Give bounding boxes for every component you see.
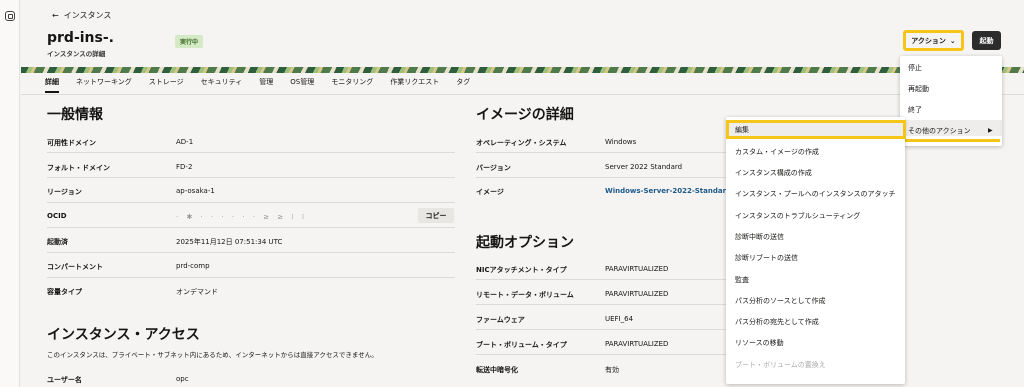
username-value: opc [176,375,189,383]
app-switcher-icon[interactable] [5,11,15,21]
more-actions-highlight-bar [900,139,1000,142]
fd-label: フォルト・ドメイン [47,164,110,172]
start-button[interactable]: 起動 [972,31,1001,50]
remote-volume-value: PARAVIRTUALIZED [605,290,669,298]
submenu-item-path-source[interactable]: パス分析のソースとして作成 [735,296,825,306]
launched-value: 2025年11月12日 07:51:34 UTC [176,238,283,246]
menu-item-stop[interactable]: 停止 [908,63,922,73]
in-transit-encryption-value: 有効 [605,366,619,374]
divider [476,279,726,280]
back-link[interactable]: ← インスタンス [52,10,111,21]
general-info-heading: 一般情報 [47,107,103,123]
submenu-item-send-diagnostic-reboot[interactable]: 診断リブートの送信 [735,253,798,263]
nic-type-value: PARAVIRTUALIZED [605,265,669,273]
image-link[interactable]: Windows-Server-2022-Standard-Edit [605,187,726,195]
instance-access-heading: インスタンス・アクセス [47,327,200,343]
submenu-item-audit[interactable]: 監査 [735,275,749,285]
capacity-type-label: 容量タイプ [47,288,82,296]
divider [47,277,455,278]
divider [47,252,455,253]
tab-monitoring[interactable]: モニタリング [331,77,373,93]
username-label: ユーザー名 [47,376,82,384]
remote-volume-label: リモート・データ・ボリューム [476,291,574,299]
divider [476,152,726,153]
submenu-item-attach-to-pool[interactable]: インスタンス・プールへのインスタンスのアタッチ [735,189,895,199]
page-title: prd-ins-. [47,30,114,46]
divider [476,304,726,305]
divider [47,202,455,203]
submenu-item-path-destination[interactable]: パス分析の宛先として作成 [735,317,819,327]
launched-label: 起動済 [47,238,68,246]
firmware-value: UEFI_64 [605,315,634,323]
divider [476,354,726,355]
tab-management[interactable]: 管理 [259,77,273,93]
image-details-heading: イメージの詳細 [476,107,574,123]
decorative-banner [21,67,1024,73]
compartment-value: prd-comp [176,262,210,270]
actions-button-label: アクション [911,36,946,45]
os-label: オペレーティング・システム [476,139,567,147]
version-label: バージョン [476,164,511,172]
tab-storage[interactable]: ストレージ [149,77,184,93]
compartment-label: コンパートメント [47,263,103,271]
page-subtitle: インスタンスの詳細 [47,50,106,58]
divider [47,227,455,228]
tabs-divider [21,94,1024,95]
capacity-type-value: オンデマンド [176,288,218,296]
submenu-item-replace-boot-volume: ブート・ボリュームの置換え [735,361,826,369]
status-badge: 実行中 [175,35,204,48]
back-link-label: インスタンス [63,11,112,20]
actions-menu: 停止 再起動 終了 その他のアクション [900,56,1002,146]
image-label: イメージ [476,188,504,196]
submenu-item-troubleshoot[interactable]: インスタンスのトラブルシューティング [735,211,860,221]
region-value: ap-osaka-1 [176,187,215,195]
chevron-right-icon: ▶ [988,127,993,134]
submenu-item-send-diagnostic-interrupt[interactable]: 診断中断の送信 [735,232,784,242]
actions-button[interactable]: アクション ⌄ [903,30,964,51]
menu-item-reboot[interactable]: 再起動 [908,84,929,94]
tab-os-management[interactable]: OS管理 [290,77,314,93]
boot-volume-type-value: PARAVIRTUALIZED [605,340,669,348]
arrow-left-icon: ← [52,11,59,20]
region-label: リージョン [47,188,82,196]
menu-item-terminate[interactable]: 終了 [908,105,922,115]
nic-type-label: NICアタッチメント・タイプ [476,266,567,274]
tab-security[interactable]: セキュリティ [201,77,243,93]
ad-value: AD-1 [176,138,194,146]
divider [47,152,455,153]
ocid-redacted-value: · ✱ · · · · · · ≥ ≥ ⁞ ⁞ [176,213,308,221]
submenu-item-move-resource[interactable]: リソースの移動 [735,338,784,348]
fd-value: FD-2 [176,163,193,171]
divider [476,177,726,178]
access-note: このインスタンスは、プライベート・サブネット内にあるため、インターネットからは直… [47,351,378,359]
submenu-highlight [726,120,906,139]
chevron-down-icon: ⌄ [949,36,956,45]
version-value: Server 2022 Standard [605,163,683,171]
in-transit-encryption-label: 転送中暗号化 [476,366,518,374]
tab-work-requests[interactable]: 作業リクエスト [390,77,439,93]
os-value: Windows [605,138,637,146]
submenu-item-edit[interactable]: 編集 [735,125,749,135]
tab-tags[interactable]: タグ [456,77,470,93]
left-rail [0,0,20,387]
more-actions-submenu: 編集 カスタム・イメージの作成 インスタンス構成の作成 インスタンス・プールへの… [726,117,906,384]
submenu-item-create-instance-config[interactable]: インスタンス構成の作成 [735,168,812,178]
launch-options-heading: 起動オプション [476,235,574,251]
submenu-item-create-custom-image[interactable]: カスタム・イメージの作成 [735,147,819,157]
menu-item-more-actions[interactable]: その他のアクション [908,126,971,136]
firmware-label: ファームウェア [476,316,525,324]
ocid-label: OCID [47,212,67,220]
boot-volume-type-label: ブート・ボリューム・タイプ [476,341,567,349]
copy-ocid-button[interactable]: コピー [418,208,454,223]
tab-networking[interactable]: ネットワーキング [76,77,132,93]
tab-details[interactable]: 詳細 [45,77,59,93]
ad-label: 可用性ドメイン [47,139,96,147]
tab-bar: 詳細 ネットワーキング ストレージ セキュリティ 管理 OS管理 モニタリング … [45,77,470,93]
divider [47,177,455,178]
divider [476,329,726,330]
